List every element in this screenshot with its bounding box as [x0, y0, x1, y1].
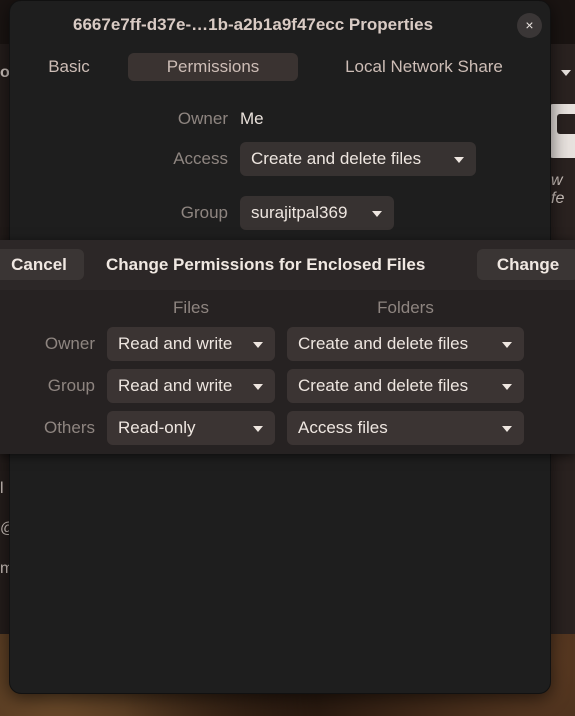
chevron-down-icon [502, 384, 512, 390]
access-value: Create and delete files [251, 149, 422, 168]
owner-files-value: Read and write [118, 334, 233, 353]
chevron-down-icon [372, 211, 382, 217]
owner-folders-dropdown[interactable]: Create and delete files [287, 327, 524, 361]
change-button[interactable]: Change [477, 249, 575, 280]
group-files-value: Read and write [118, 376, 233, 395]
group-folders-value: Create and delete files [298, 376, 469, 395]
tab-local-network-share[interactable]: Local Network Share [320, 53, 528, 81]
others-folders-value: Access files [298, 418, 388, 437]
enclosed-permissions-dialog: Cancel Change Permissions for Enclosed F… [0, 240, 575, 454]
others-folders-dropdown[interactable]: Access files [287, 411, 524, 445]
others-files-dropdown[interactable]: Read-only [107, 411, 275, 445]
chevron-down-icon [502, 426, 512, 432]
enclosed-dialog-title: Change Permissions for Enclosed Files [106, 255, 426, 274]
group-label: Group [180, 203, 228, 222]
dialog-titlebar: 6667e7ff-d37e-…1b-a2b1a9f47ecc Propertie… [10, 1, 550, 51]
close-icon: × [525, 17, 534, 33]
owner-row-label: Owner [44, 334, 95, 353]
background-folder-icon [549, 104, 575, 158]
folders-column-header: Folders [377, 298, 434, 317]
files-column-header: Files [173, 298, 209, 317]
group-dropdown[interactable]: surajitpal369 [240, 196, 394, 230]
cancel-button[interactable]: Cancel [0, 249, 84, 280]
group-files-dropdown[interactable]: Read and write [107, 369, 275, 403]
dialog-title: 6667e7ff-d37e-…1b-a2b1a9f47ecc Propertie… [73, 15, 434, 34]
others-files-value: Read-only [118, 418, 196, 437]
group-value: surajitpal369 [251, 203, 348, 222]
others-row-label: Others [43, 418, 95, 437]
chevron-down-icon [502, 342, 512, 348]
owner-folders-value: Create and delete files [298, 334, 469, 353]
chevron-down-icon [454, 157, 464, 163]
owner-label: Owner [177, 109, 228, 128]
owner-value: Me [240, 109, 264, 128]
background-chevron-down-icon [561, 70, 571, 76]
background-text-w: w fe [551, 172, 565, 207]
tab-permissions[interactable]: Permissions [128, 53, 298, 81]
close-button[interactable]: × [517, 13, 542, 38]
enclosed-dialog-header: Cancel Change Permissions for Enclosed F… [0, 240, 575, 290]
tab-bar: Basic Permissions Local Network Share [10, 53, 550, 81]
access-label: Access [173, 149, 228, 168]
access-dropdown[interactable]: Create and delete files [240, 142, 476, 176]
chevron-down-icon [253, 384, 263, 390]
group-row-label: Group [47, 376, 95, 395]
background-text-l: l [0, 480, 4, 497]
chevron-down-icon [253, 342, 263, 348]
owner-files-dropdown[interactable]: Read and write [107, 327, 275, 361]
chevron-down-icon [253, 426, 263, 432]
group-folders-dropdown[interactable]: Create and delete files [287, 369, 524, 403]
tab-basic[interactable]: Basic [28, 53, 110, 81]
